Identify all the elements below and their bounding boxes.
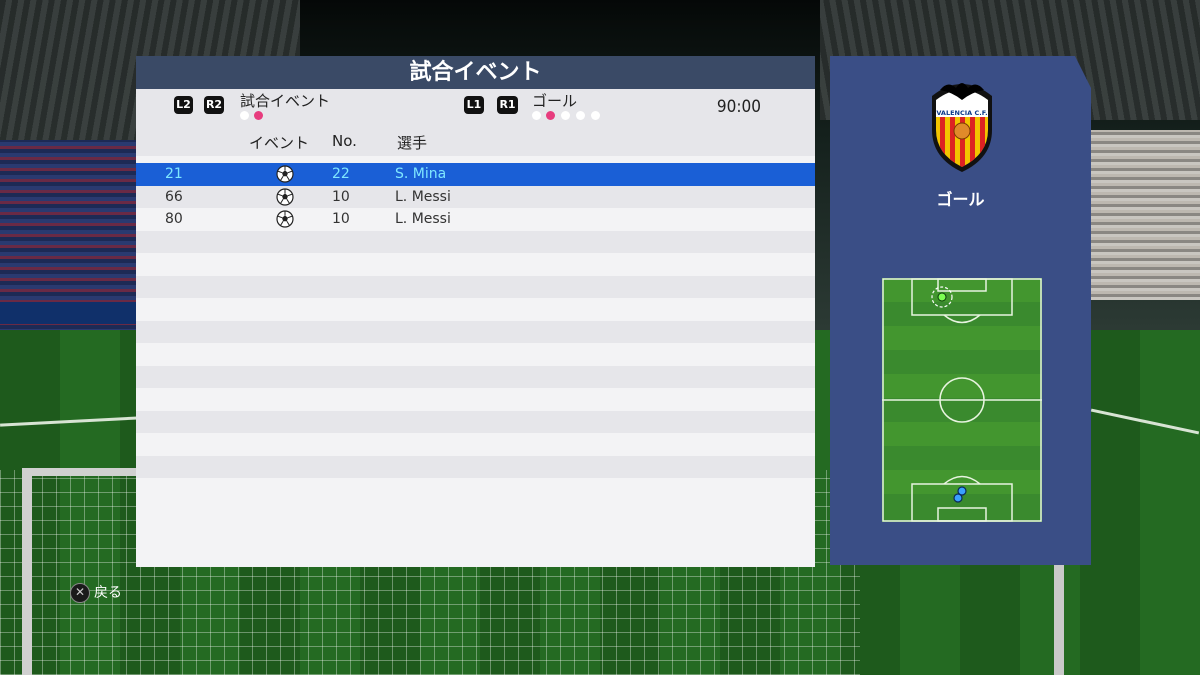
filter-category-dot-2 <box>254 111 263 120</box>
filter-category-label[interactable]: 試合イベント <box>240 91 330 111</box>
event-minute: 66 <box>165 188 183 205</box>
r2-button-icon[interactable]: R2 <box>204 96 224 114</box>
event-minute: 80 <box>165 211 183 227</box>
filter-type-dot-4 <box>576 111 585 120</box>
empty-row <box>136 275 815 298</box>
crest-text: VALENCIA C.F. <box>936 109 987 117</box>
back-label: 戻る <box>94 585 122 601</box>
empty-row <box>136 230 815 253</box>
back-button[interactable]: ✕ 戻る <box>70 582 122 603</box>
goal-post <box>22 470 32 675</box>
filter-category-dot-1 <box>240 111 249 120</box>
player-marker <box>953 493 963 503</box>
event-row[interactable]: 66 10 L. Messi <box>136 185 815 210</box>
player-name: S. Mina <box>395 166 447 182</box>
empty-row <box>136 365 815 388</box>
l2-button-icon[interactable]: L2 <box>174 96 193 114</box>
filter-bar: L2 R2 試合イベント L1 R1 ゴール 90:00 <box>136 89 815 126</box>
event-row[interactable]: 21 22 S. Mina <box>136 163 815 186</box>
empty-row <box>136 298 815 321</box>
player-number: 10 <box>332 188 350 205</box>
empty-row <box>136 320 815 343</box>
l1-button-icon[interactable]: L1 <box>464 96 484 114</box>
event-minute: 21 <box>165 166 183 182</box>
table-header: イベント No. 選手 <box>136 126 815 156</box>
empty-row <box>136 410 815 433</box>
r1-button-icon[interactable]: R1 <box>497 96 518 114</box>
goal-crossbar <box>22 468 142 476</box>
filter-type-label[interactable]: ゴール <box>532 91 577 111</box>
soccer-ball-icon <box>276 210 294 232</box>
empty-row <box>136 455 815 478</box>
empty-row <box>136 253 815 276</box>
filter-type-dot-5 <box>591 111 600 120</box>
filter-type-dot-2 <box>546 111 555 120</box>
soccer-ball-icon <box>276 165 294 187</box>
panel-title: 試合イベント <box>136 56 815 89</box>
event-type-label: ゴール <box>936 190 985 209</box>
event-detail-panel: VALENCIA C.F. ゴール <box>830 56 1091 565</box>
empty-row <box>136 388 815 411</box>
match-clock: 90:00 <box>716 97 761 117</box>
crowd-stand-right <box>1090 130 1200 300</box>
column-header-number: No. <box>332 132 357 150</box>
corner-flag-post <box>1054 565 1064 675</box>
empty-row <box>136 433 815 456</box>
soccer-ball-icon <box>276 187 294 210</box>
cross-button-icon: ✕ <box>70 583 90 603</box>
filter-type-dot-3 <box>561 111 570 120</box>
player-name: L. Messi <box>395 188 451 205</box>
player-name: L. Messi <box>395 211 451 227</box>
player-number: 10 <box>332 211 350 227</box>
match-events-panel: 試合イベント L2 R2 試合イベント L1 R1 ゴール 90:00 イベント… <box>136 56 815 567</box>
filter-type-dot-1 <box>532 111 541 120</box>
column-header-event: イベント <box>249 134 310 152</box>
column-header-player: 選手 <box>397 134 428 152</box>
event-row[interactable]: 80 10 L. Messi <box>136 208 815 231</box>
club-crest-icon: VALENCIA C.F. <box>926 78 998 178</box>
event-list: 21 22 S. Mina 66 10 L. Messi 80 10 L. Me… <box>136 163 815 478</box>
empty-row <box>136 343 815 366</box>
player-number: 22 <box>332 166 350 182</box>
goal-location-pitch-map <box>882 278 1042 522</box>
advertising-board-left <box>0 302 136 324</box>
goal-marker <box>937 292 947 302</box>
